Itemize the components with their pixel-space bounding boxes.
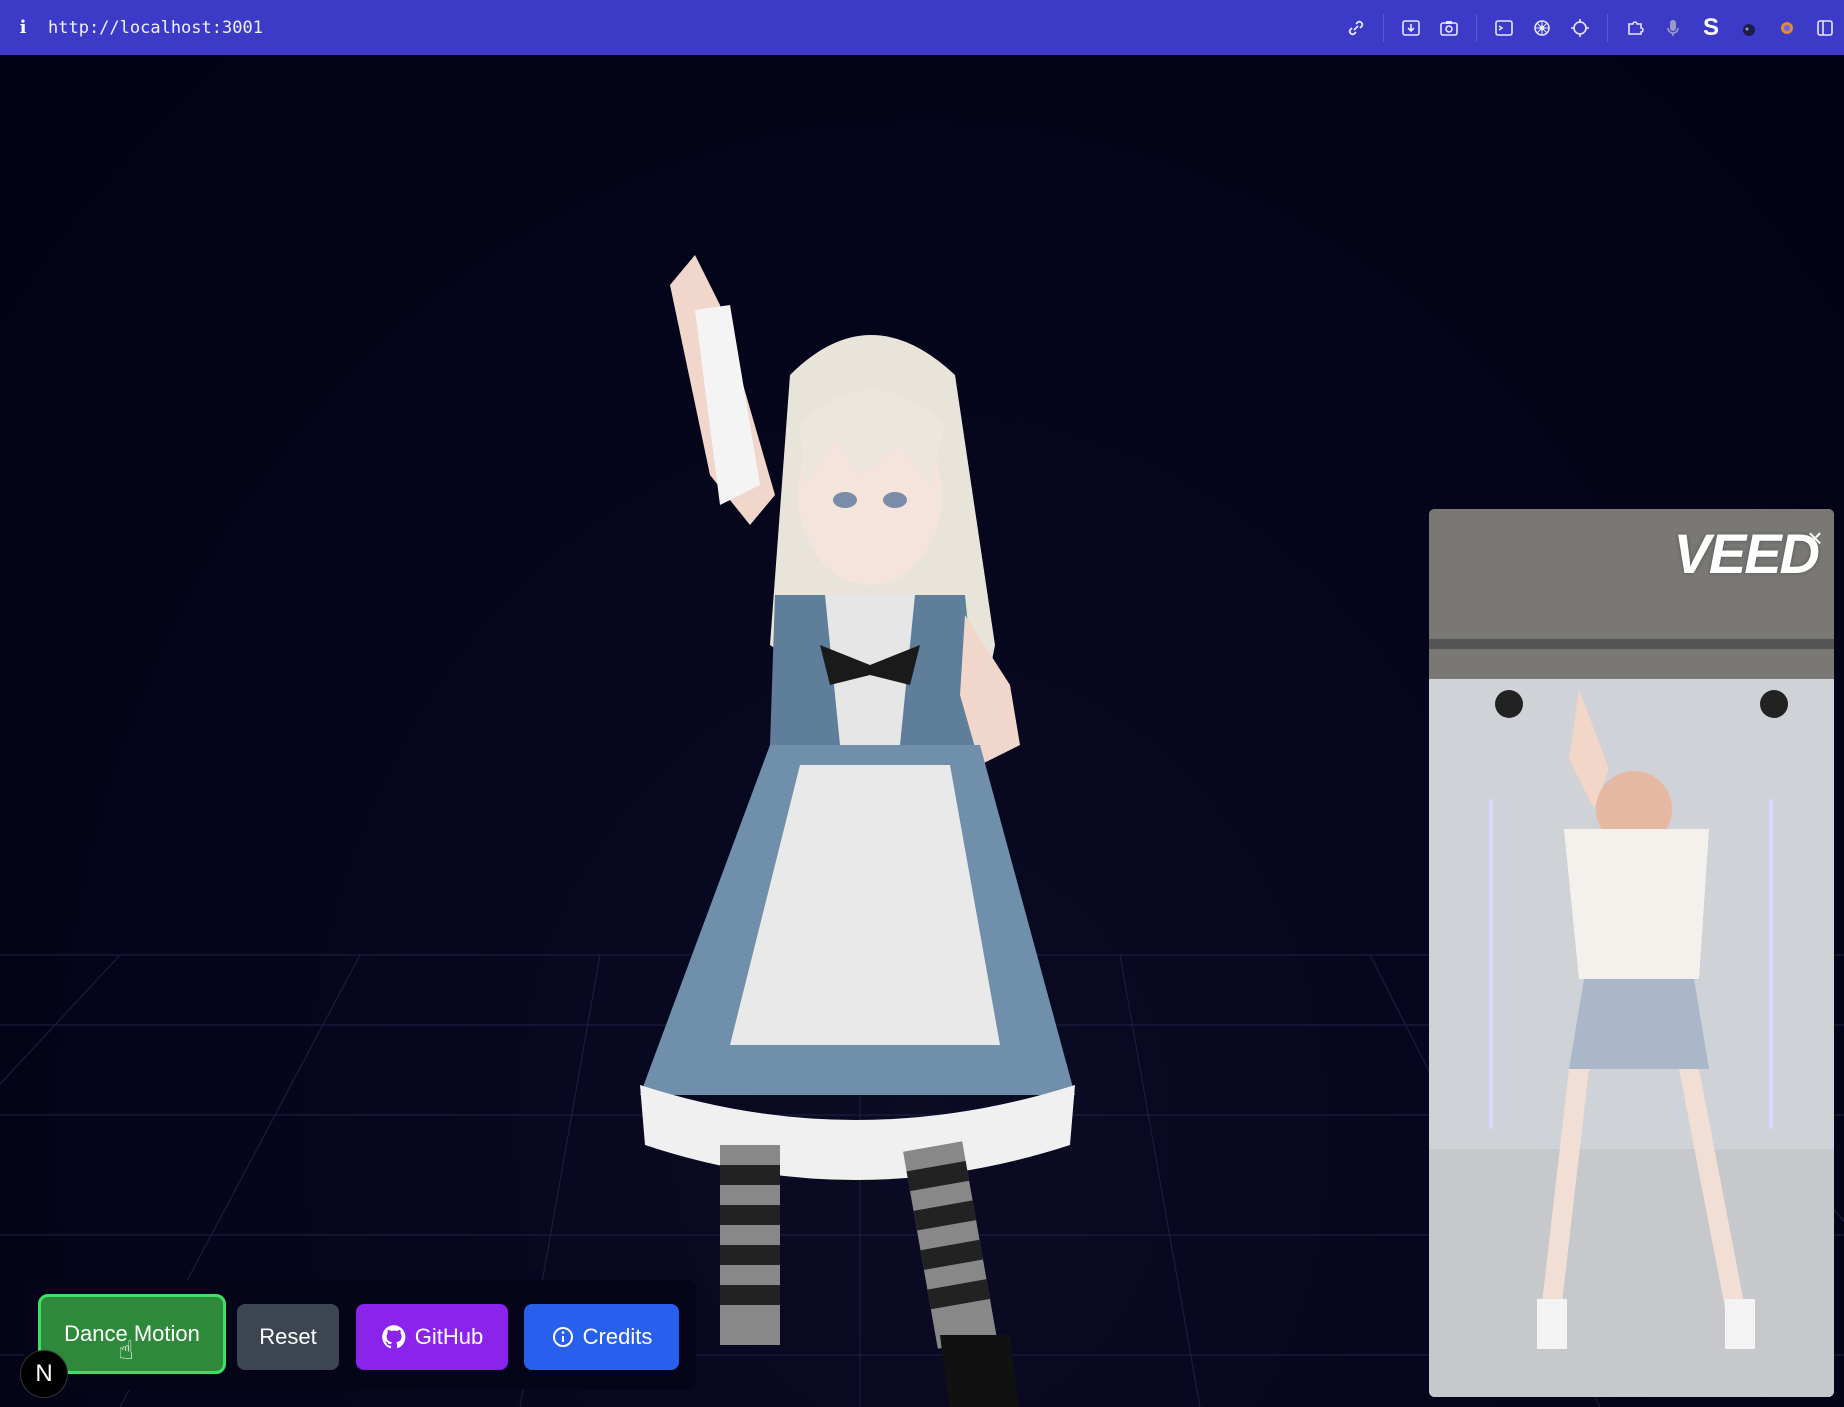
toolbar-separator	[1383, 13, 1384, 42]
camera-icon[interactable]	[1438, 17, 1460, 39]
reference-video[interactable]: VEED ×	[1429, 509, 1834, 1397]
toolbar-separator	[1607, 13, 1608, 42]
credits-label: Credits	[582, 1324, 653, 1349]
reset-button[interactable]: Reset	[237, 1304, 339, 1370]
puzzle-icon[interactable]	[1624, 17, 1646, 39]
target-icon[interactable]	[1569, 17, 1591, 39]
info-icon[interactable]: i	[16, 17, 30, 38]
reset-label: Reset	[259, 1324, 317, 1349]
browser-toolbar: i http://localhost:3001 S	[0, 0, 1844, 55]
avatar-3d-model	[640, 255, 1075, 1407]
toolbar-separator	[1476, 13, 1477, 42]
close-icon[interactable]: ×	[1802, 525, 1828, 551]
veed-logo: VEED	[1673, 522, 1820, 585]
github-icon	[381, 1325, 406, 1349]
address-bar[interactable]: http://localhost:3001	[48, 18, 263, 38]
terminal-icon[interactable]	[1493, 17, 1515, 39]
gear-wheel-icon[interactable]	[1531, 17, 1553, 39]
sidebar-icon[interactable]	[1814, 17, 1836, 39]
credits-button[interactable]: Credits	[524, 1304, 679, 1370]
extension-icon[interactable]	[1738, 17, 1760, 39]
video-frame	[1429, 509, 1834, 1397]
control-bar: Dance Motion ☝ Reset GitHub Credits	[24, 1280, 696, 1390]
download-icon[interactable]	[1400, 17, 1422, 39]
github-label: GitHub	[414, 1324, 484, 1349]
toolbar-icons: S	[1345, 0, 1844, 55]
s-extension-icon[interactable]: S	[1700, 14, 1722, 41]
nextjs-dev-badge[interactable]: N	[20, 1350, 68, 1398]
sparkle-icon[interactable]	[1776, 17, 1798, 39]
info-circle-icon	[552, 1327, 573, 1347]
link-icon[interactable]	[1345, 17, 1367, 39]
github-button[interactable]: GitHub	[356, 1304, 508, 1370]
badge-letter: N	[35, 1360, 53, 1387]
hand-cursor-icon: ☝	[118, 1335, 134, 1365]
3d-canvas[interactable]: VEED ×	[0, 55, 1844, 1407]
microphone-icon[interactable]	[1662, 17, 1684, 39]
